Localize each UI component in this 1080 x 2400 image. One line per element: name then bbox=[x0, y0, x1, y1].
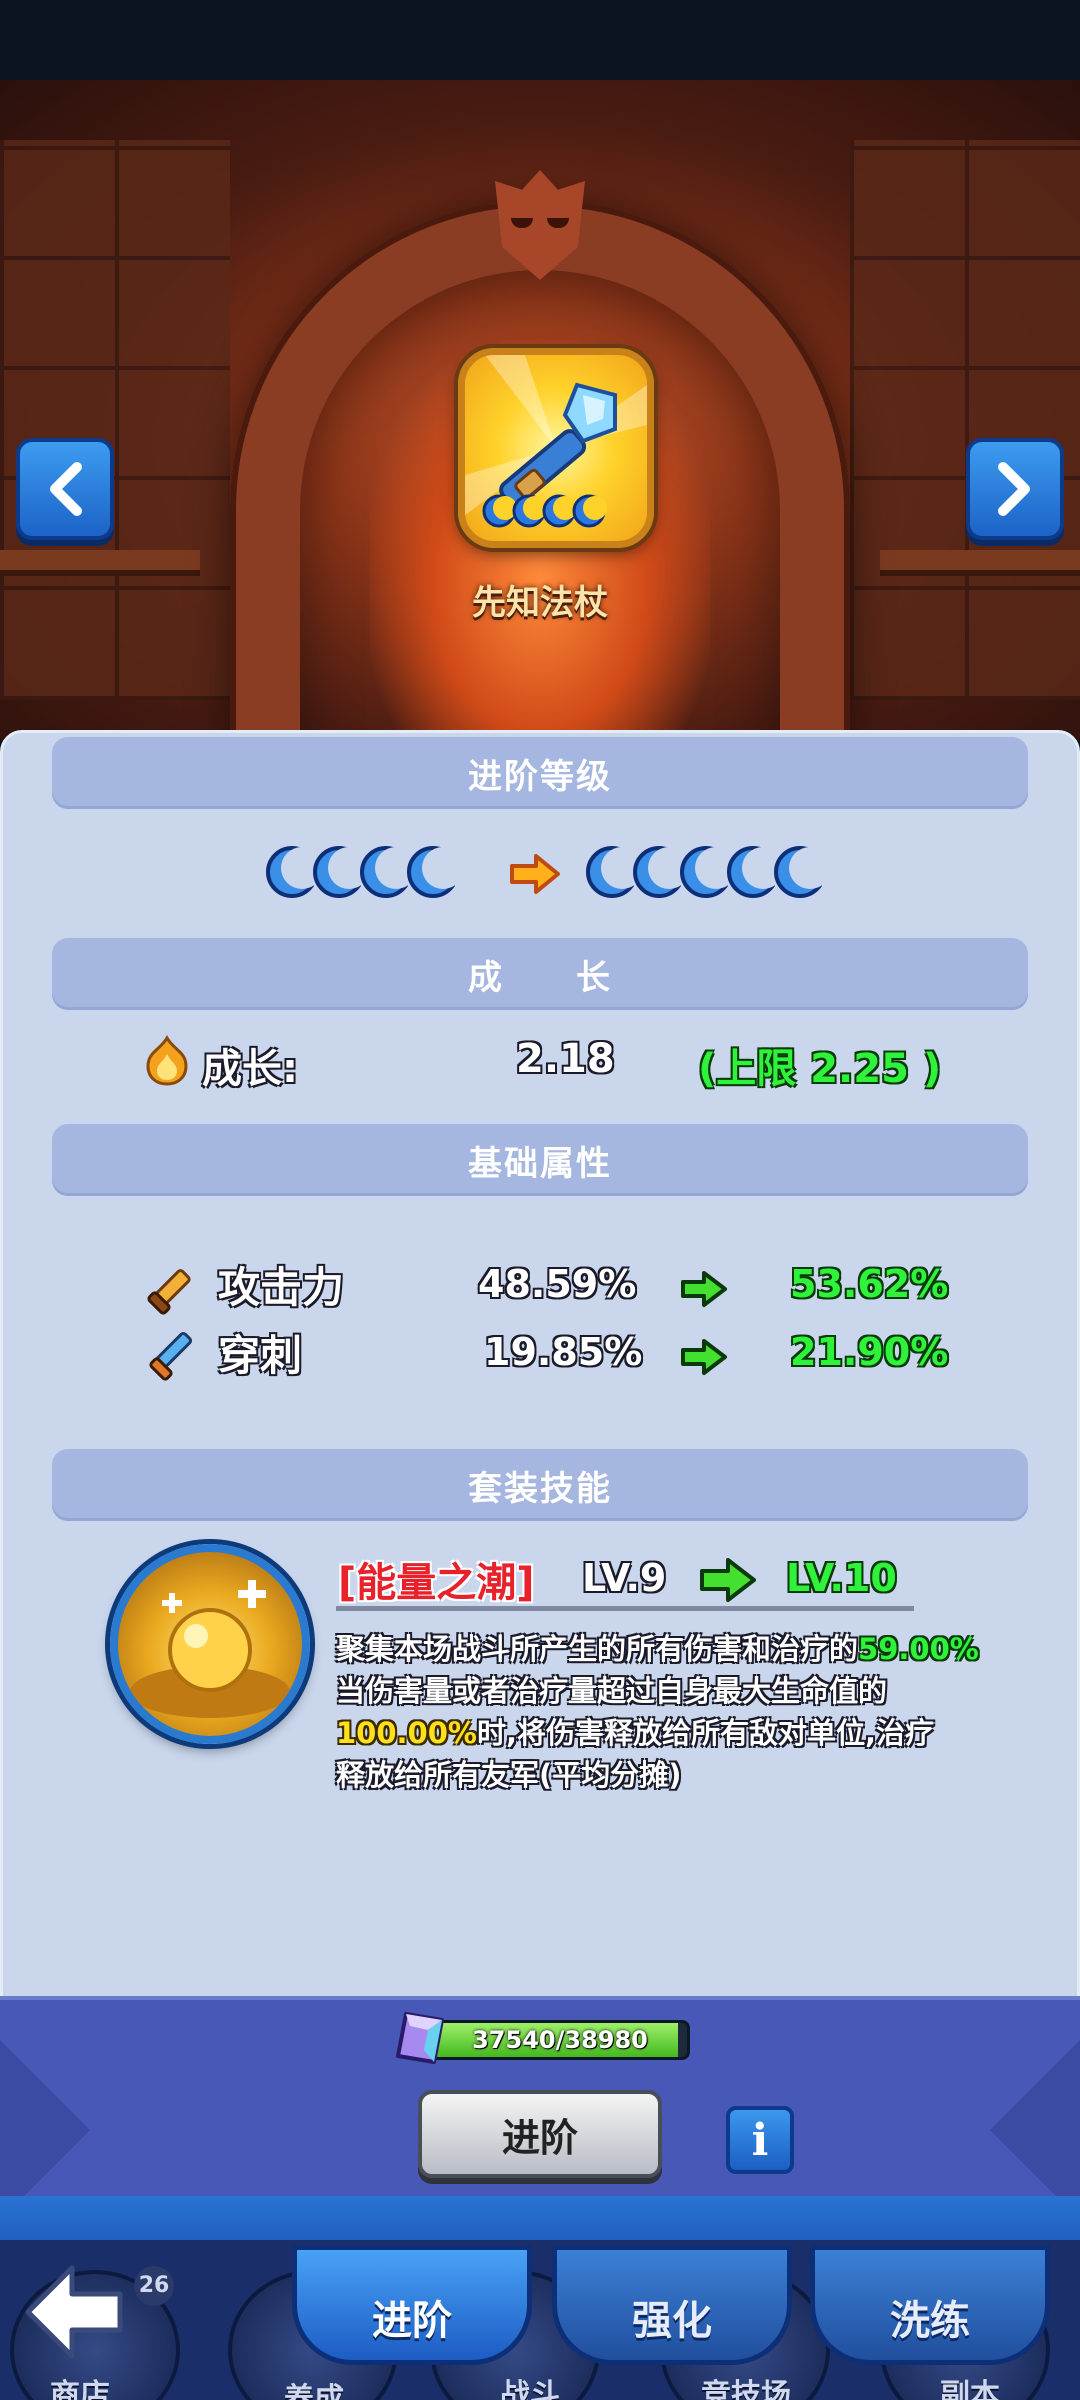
info-icon: i bbox=[751, 2114, 769, 2166]
growth-flame-icon bbox=[146, 1035, 188, 1086]
arrow-right-icon bbox=[681, 1339, 727, 1375]
tab-advance[interactable]: 进阶 bbox=[292, 2245, 532, 2365]
prev-item-button[interactable] bbox=[16, 438, 114, 540]
attribute-next: 53.62% bbox=[790, 1262, 949, 1306]
nav-badge: 26 bbox=[134, 2266, 174, 2306]
section-header-growth: 成 长 bbox=[52, 938, 1028, 1010]
skill-desc-percent: 100.00% bbox=[336, 1716, 477, 1750]
moon-icon bbox=[407, 846, 455, 898]
nav-label: 战斗 bbox=[500, 2378, 560, 2400]
attribute-name: 攻击力 bbox=[218, 1263, 345, 1312]
skill-energy-tide-icon bbox=[110, 1544, 310, 1744]
skill-desc-text: 当伤害量或者治疗量超过自身最大生命值的 bbox=[336, 1674, 888, 1708]
section-header-advance-level: 进阶等级 bbox=[52, 737, 1028, 809]
tab-refine[interactable]: 洗练 bbox=[810, 2245, 1050, 2365]
energy-orb-icon bbox=[130, 1580, 290, 1718]
arrow-right-icon bbox=[510, 854, 560, 894]
moon-icon bbox=[633, 846, 681, 898]
item-name: 先知法杖 bbox=[472, 583, 608, 623]
tab-enhance[interactable]: 强化 bbox=[552, 2245, 792, 2365]
shelf-right bbox=[880, 550, 1080, 576]
arrow-right-icon bbox=[700, 1558, 756, 1602]
back-arrow-icon bbox=[25, 2265, 123, 2359]
section-header-set-skill: 套装技能 bbox=[52, 1449, 1028, 1521]
attribute-current: 19.85% bbox=[484, 1330, 643, 1374]
current-rank-moons bbox=[266, 843, 455, 907]
pierce-icon bbox=[149, 1331, 193, 1381]
moon-icon bbox=[727, 846, 775, 898]
skill-description: 聚集本场战斗所产生的所有伤害和治疗的59.00% 当伤害量或者治疗量超过自身最大… bbox=[336, 1628, 1076, 1796]
next-rank-moons bbox=[586, 843, 822, 907]
material-progress-text: 37540/38980 bbox=[472, 2026, 648, 2054]
section-header-base-attributes: 基础属性 bbox=[52, 1124, 1028, 1196]
staff-icon bbox=[465, 355, 647, 528]
attribute-current: 48.59% bbox=[478, 1262, 637, 1306]
item-staff-icon bbox=[458, 348, 654, 548]
moon-icon bbox=[266, 846, 314, 898]
moon-icon bbox=[586, 846, 634, 898]
skill-next-level: LV.10 bbox=[786, 1556, 897, 1600]
info-button[interactable]: i bbox=[726, 2106, 794, 2174]
moon-icon bbox=[360, 846, 408, 898]
skill-current-level: LV.9 bbox=[582, 1556, 667, 1600]
crystal-icon bbox=[396, 2012, 444, 2064]
skill-desc-text: 时,将伤害释放给所有敌对单位,治疗 bbox=[476, 1716, 935, 1750]
moon-icon bbox=[313, 846, 361, 898]
status-bar bbox=[0, 0, 1080, 80]
next-item-button[interactable] bbox=[966, 438, 1064, 540]
moon-icon bbox=[680, 846, 728, 898]
sword-icon bbox=[147, 1269, 191, 1315]
moon-icon bbox=[774, 846, 822, 898]
skill-desc-percent: 59.00% bbox=[858, 1632, 979, 1666]
growth-label: 成长: bbox=[202, 1046, 298, 1092]
nav-label: 商店 bbox=[50, 2378, 110, 2400]
chevron-right-icon bbox=[998, 462, 1030, 516]
growth-limit: (上限 2.25 ) bbox=[698, 1046, 942, 1092]
shelf-left bbox=[0, 550, 200, 576]
growth-value: 2.18 bbox=[516, 1036, 615, 1082]
skill-name: [能量之潮] bbox=[338, 1560, 535, 1606]
skill-divider bbox=[336, 1606, 914, 1611]
attribute-next: 21.90% bbox=[790, 1330, 949, 1374]
nav-label: 竞技场 bbox=[701, 2378, 791, 2400]
skill-desc-text: 释放给所有友军(平均分摊) bbox=[336, 1758, 682, 1792]
nav-label: 副本 bbox=[940, 2378, 1000, 2400]
attribute-name: 穿刺 bbox=[218, 1331, 303, 1380]
advance-button[interactable]: 进阶 bbox=[418, 2090, 662, 2178]
skill-desc-text: 聚集本场战斗所产生的所有伤害和治疗的 bbox=[336, 1632, 859, 1666]
arrow-right-icon bbox=[681, 1271, 727, 1307]
chevron-left-icon bbox=[50, 462, 82, 516]
back-button[interactable] bbox=[22, 2262, 132, 2362]
nav-label: 养成 bbox=[284, 2382, 344, 2400]
